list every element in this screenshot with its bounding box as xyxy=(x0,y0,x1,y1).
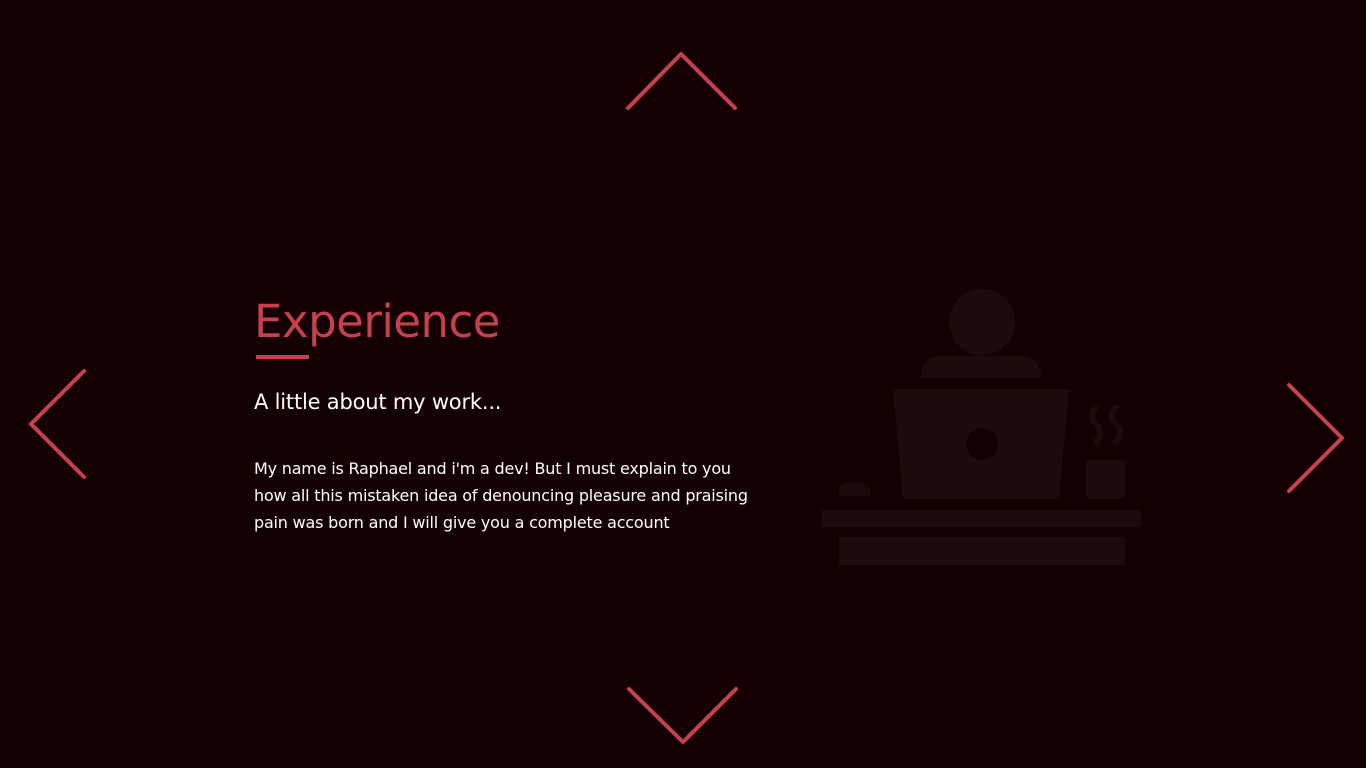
developer-at-laptop-icon xyxy=(822,289,1141,565)
chevron-left-icon xyxy=(29,369,86,479)
developer-illustration xyxy=(820,288,1145,568)
experience-section: Experience A little about my work... My … xyxy=(254,292,774,536)
nav-down-button[interactable] xyxy=(622,682,742,748)
nav-up-button[interactable] xyxy=(622,48,742,114)
chevron-right-icon xyxy=(1287,383,1344,493)
chevron-up-icon xyxy=(626,52,737,110)
chevron-down-icon xyxy=(627,687,738,744)
section-description: My name is Raphael and i'm a dev! But I … xyxy=(254,459,748,532)
title-underline xyxy=(256,355,309,359)
nav-right-button[interactable] xyxy=(1282,378,1350,498)
section-title: Experience xyxy=(254,295,500,348)
nav-left-button[interactable] xyxy=(24,364,92,484)
section-subtitle: A little about my work... xyxy=(254,390,502,414)
